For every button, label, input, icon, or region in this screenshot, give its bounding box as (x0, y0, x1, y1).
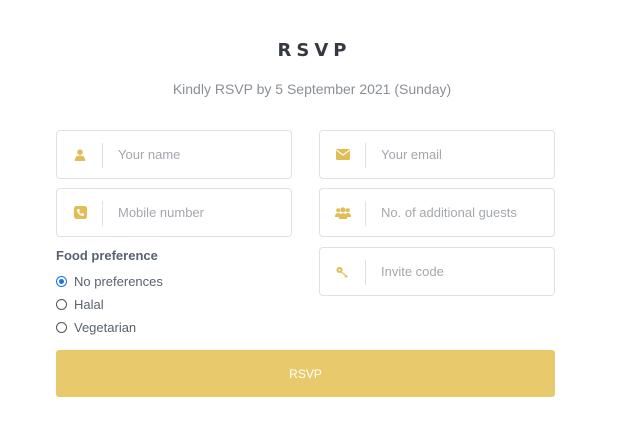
users-icon (320, 189, 366, 236)
page-title: RSVP (277, 40, 352, 61)
food-preference-label: Food preference (56, 248, 158, 263)
phone-icon (57, 189, 103, 236)
name-input[interactable] (118, 131, 286, 178)
radio-vegetarian[interactable]: Vegetarian (56, 318, 136, 336)
email-input[interactable] (381, 131, 549, 178)
radio-button[interactable] (56, 321, 67, 333)
user-icon (57, 131, 103, 178)
guests-field[interactable] (319, 188, 555, 237)
guests-input[interactable] (381, 189, 549, 236)
field-divider (365, 143, 366, 168)
radio-no-preferences[interactable]: No preferences (56, 272, 163, 290)
radio-button[interactable] (56, 275, 67, 287)
email-field[interactable] (319, 130, 555, 179)
radio-halal[interactable]: Halal (56, 295, 104, 313)
mobile-input[interactable] (118, 189, 286, 236)
key-icon (320, 248, 366, 295)
mobile-field[interactable] (56, 188, 292, 237)
invite-code-field[interactable] (319, 247, 555, 296)
rsvp-submit-button[interactable]: RSVP (56, 350, 555, 397)
radio-label: Vegetarian (74, 319, 137, 335)
rsvp-deadline-text: Kindly RSVP by 5 September 2021 (Sunday) (172, 81, 452, 97)
field-divider (365, 260, 366, 285)
field-divider (365, 201, 366, 226)
radio-label: Halal (74, 296, 104, 312)
radio-label: No preferences (74, 273, 163, 289)
field-divider (102, 143, 103, 168)
invite-code-input[interactable] (381, 248, 549, 295)
name-field[interactable] (56, 130, 292, 179)
envelope-icon (320, 131, 366, 178)
radio-button[interactable] (56, 298, 67, 310)
field-divider (102, 201, 103, 226)
